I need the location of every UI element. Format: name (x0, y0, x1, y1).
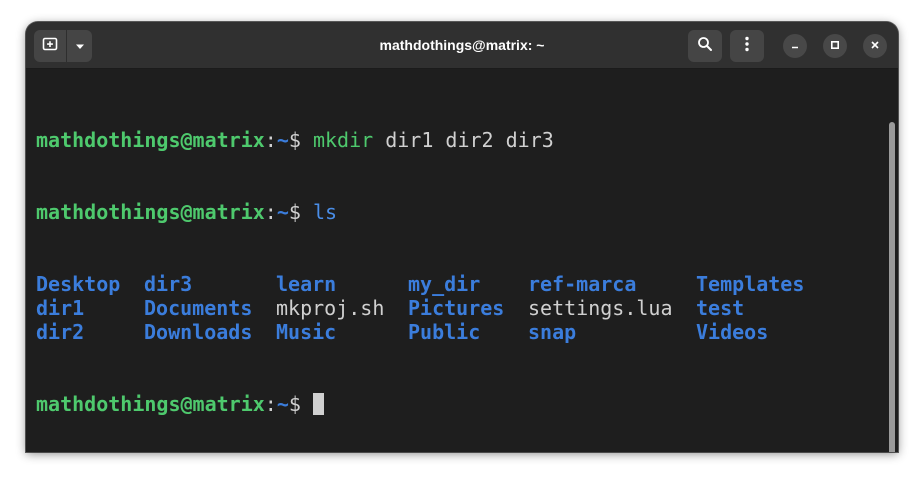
command-line-1: mathdothings@matrix:~$ mkdir dir1 dir2 d… (36, 128, 554, 152)
search-icon (697, 36, 713, 57)
new-tab-button[interactable] (34, 30, 66, 62)
terminal-output: mathdothings@matrix:~$ mkdir dir1 dir2 d… (36, 80, 804, 452)
prompt-symbol: $ (288, 200, 313, 224)
command-line-2: mathdothings@matrix:~$ ls (36, 200, 554, 224)
ls-directory-entry: learn (276, 272, 337, 296)
ls-output: Desktop dir1 dir2 dir3 Documents Downloads lea… (36, 272, 804, 344)
prompt-symbol: $ (288, 392, 313, 416)
prompt-separator: : (264, 392, 277, 416)
tab-menu-button[interactable] (67, 30, 92, 62)
ls-file-entry: mkproj.sh (276, 296, 385, 320)
ls-directory-entry: Music (276, 320, 337, 344)
close-button[interactable] (863, 34, 887, 58)
minimize-icon (790, 37, 800, 55)
search-button[interactable] (688, 30, 722, 62)
prompt-path: ~ (276, 200, 289, 224)
command-name: mkdir (312, 128, 374, 152)
ls-directory-entry: dir3 (144, 272, 193, 296)
chevron-down-icon (75, 37, 85, 55)
prompt-separator: : (264, 200, 277, 224)
ls-directory-entry: ref-marca (528, 272, 637, 296)
ls-directory-entry: Public (408, 320, 481, 344)
terminal-area[interactable]: mathdothings@matrix:~$ mkdir dir1 dir2 d… (26, 70, 898, 452)
ls-directory-entry: Videos (696, 320, 769, 344)
ls-directory-entry: dir2 (36, 320, 85, 344)
prompt-user-host: mathdothings@matrix (36, 128, 265, 152)
scrollbar[interactable] (889, 122, 895, 452)
ls-directory-entry: my_dir (408, 272, 481, 296)
ls-directory-entry: test (696, 296, 745, 320)
prompt-path: ~ (276, 392, 289, 416)
ls-directory-entry: Desktop (36, 272, 121, 296)
ls-directory-entry: Downloads (144, 320, 253, 344)
prompt-symbol: $ (288, 128, 313, 152)
prompt-path: ~ (276, 128, 289, 152)
ls-directory-entry: Documents (144, 296, 253, 320)
maximize-button[interactable] (823, 34, 847, 58)
ls-directory-entry: dir1 (36, 296, 85, 320)
ls-file-entry: settings.lua (528, 296, 673, 320)
text-cursor (312, 393, 324, 415)
prompt-user-host: mathdothings@matrix (36, 392, 265, 416)
header-bar: mathdothings@matrix: ~ (26, 22, 898, 69)
active-prompt-line: mathdothings@matrix:~$ (36, 392, 554, 416)
window-title: mathdothings@matrix: ~ (379, 37, 545, 53)
kebab-menu-icon (745, 36, 749, 57)
terminal-window: mathdothings@matrix: ~ mathdothings@matr… (26, 22, 898, 452)
maximize-icon (830, 37, 840, 55)
minimize-button[interactable] (783, 34, 807, 58)
ls-directory-entry: Templates (696, 272, 805, 296)
prompt-separator: : (264, 128, 277, 152)
ls-directory-entry: snap (528, 320, 577, 344)
ls-directory-entry: Pictures (408, 296, 505, 320)
main-menu-button[interactable] (730, 30, 764, 62)
new-tab-split-button (34, 30, 92, 62)
prompt-user-host: mathdothings@matrix (36, 200, 265, 224)
new-tab-icon (42, 36, 58, 57)
command-args: dir1 dir2 dir3 (373, 128, 554, 152)
command-name: ls (312, 200, 338, 224)
close-icon (870, 37, 880, 55)
